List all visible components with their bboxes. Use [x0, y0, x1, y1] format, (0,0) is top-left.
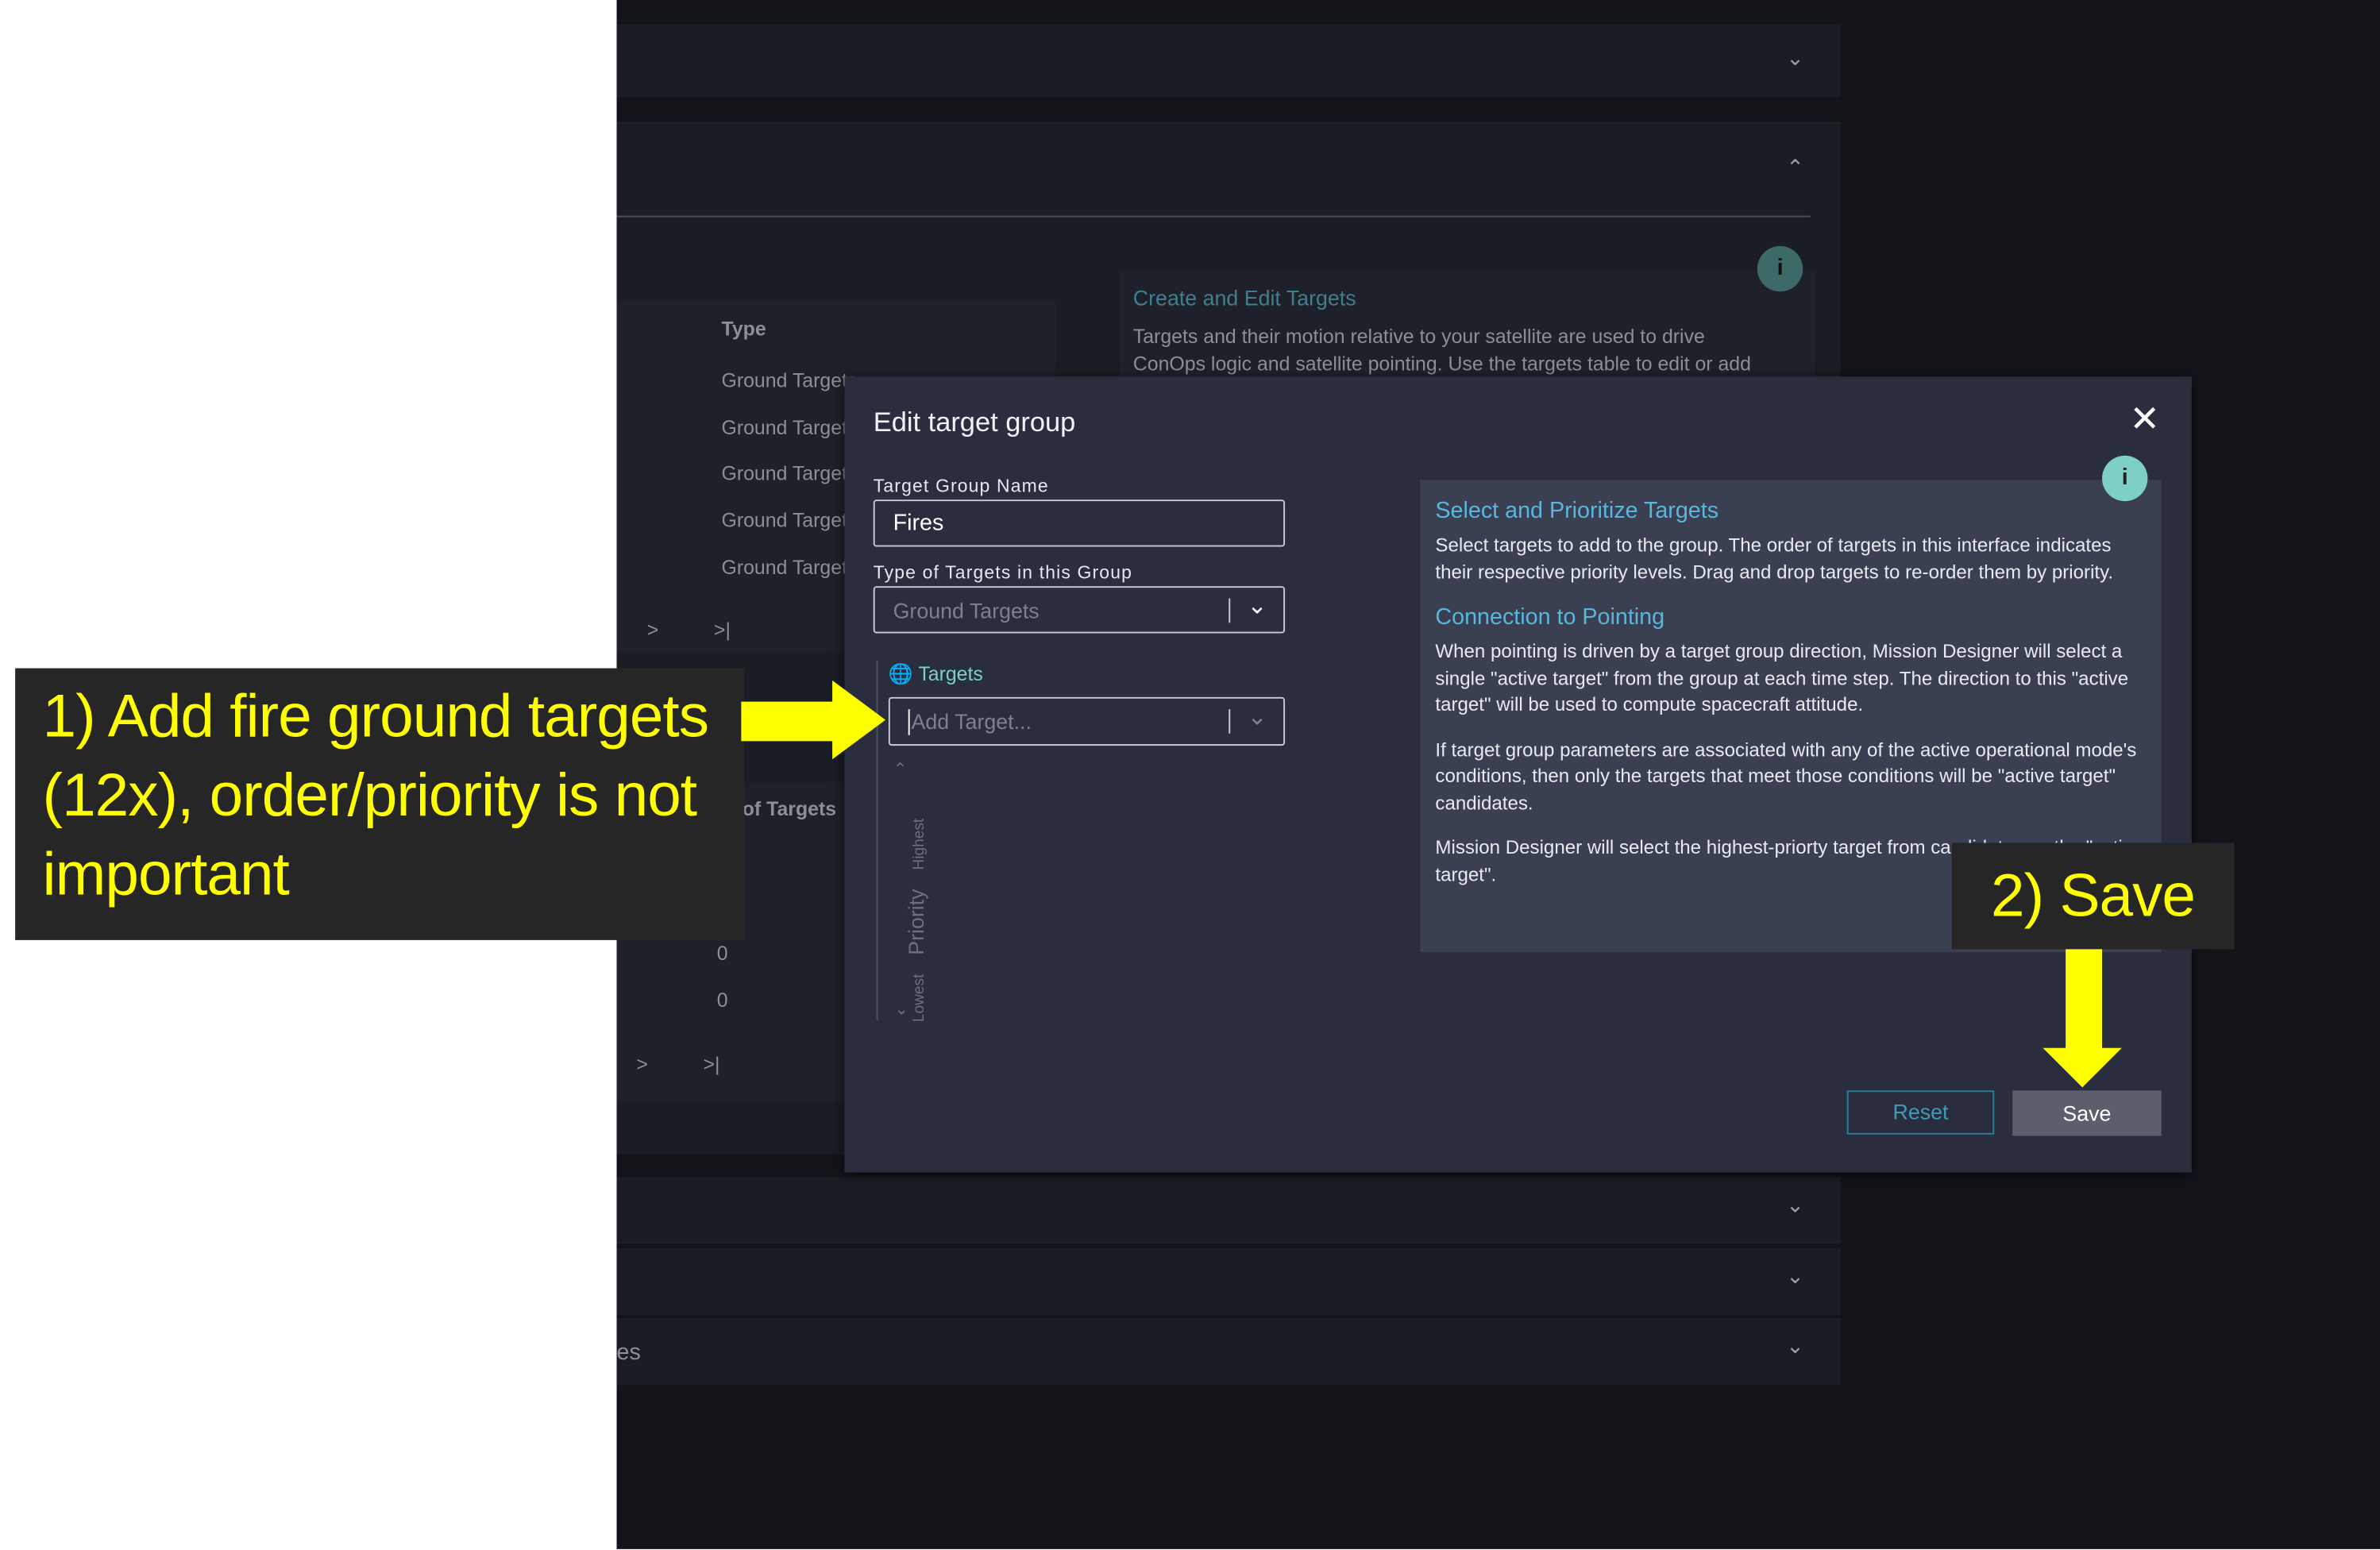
divider	[1229, 598, 1231, 623]
chevron-down-icon[interactable]: ⌄	[1786, 1263, 1803, 1290]
group-name-value: Fires	[893, 510, 944, 537]
arrow-down-icon	[2042, 1047, 2122, 1088]
table-row[interactable]: Ground Targets	[721, 509, 857, 532]
column-type: Type	[721, 317, 766, 341]
dialog-title: Edit target group	[873, 407, 1076, 438]
collapsed-panel[interactable]: ⌄	[616, 1248, 1842, 1316]
table-row[interactable]: Ground Targets	[721, 556, 857, 579]
add-target-input[interactable]: Add Target... ⌄	[888, 696, 1286, 746]
divider	[1229, 709, 1231, 734]
highest-label: Highest	[911, 818, 928, 870]
table-row[interactable]: Ground Targets	[721, 369, 857, 392]
panel-label: es	[616, 1339, 641, 1366]
targets-label: 🌐 Targets	[889, 662, 983, 687]
type-value: Ground Targets	[893, 598, 1040, 623]
arrow-right-icon	[832, 680, 886, 760]
info-text: Targets and their motion relative to you…	[1132, 325, 1705, 348]
collapsed-panel[interactable]: es ⌄	[616, 1318, 1842, 1386]
name-label: Target Group Name	[873, 475, 1049, 497]
info-text: ConOps logic and satellite pointing. Use…	[1132, 352, 1751, 376]
last-page-button[interactable]: >|	[714, 618, 731, 641]
edit-target-group-dialog: Edit target group ✕ Target Group Name Fi…	[844, 376, 2192, 1173]
priority-scale: Lowest Priority Highest	[904, 749, 931, 1022]
priority-label: Priority	[903, 889, 928, 955]
text-cursor	[908, 709, 910, 735]
type-select[interactable]: Ground Targets ⌄	[873, 586, 1286, 634]
annotation-step1: 1) Add fire ground targets (12x), order/…	[15, 668, 745, 940]
info-title: Create and Edit Targets	[1132, 285, 1356, 310]
next-page-button[interactable]: >	[636, 1052, 648, 1075]
help-text: When pointing is driven by a target grou…	[1435, 641, 2129, 715]
annotation-step2: 2) Save	[1951, 842, 2235, 950]
table-row[interactable]: 0	[717, 989, 728, 1012]
next-page-button[interactable]: >	[647, 618, 659, 641]
table-row[interactable]: Ground Targets	[721, 461, 857, 484]
info-icon[interactable]: i	[2102, 455, 2148, 502]
help-text: Select targets to add to the group. The …	[1435, 534, 2114, 583]
chevron-down-icon[interactable]: ⌄	[1786, 1333, 1803, 1359]
chevron-down-icon[interactable]: ⌄	[1247, 702, 1267, 732]
chevron-down-icon[interactable]: ⌄	[1786, 45, 1803, 71]
group-name-input[interactable]: Fires	[873, 499, 1286, 547]
arrow-down-shaft	[2066, 949, 2103, 1050]
help-title: Connection to Pointing	[1435, 604, 1665, 630]
table-row[interactable]: 0	[717, 942, 728, 965]
chevron-down-icon[interactable]: ⌄	[1247, 591, 1267, 621]
type-label: Type of Targets in this Group	[873, 561, 1133, 584]
chevron-down-icon: ⌄	[894, 1001, 909, 1020]
add-target-placeholder: Add Target...	[911, 709, 1032, 734]
arrow-right-shaft	[741, 701, 835, 742]
globe-icon: 🌐	[888, 661, 913, 685]
reset-button[interactable]: Reset	[1846, 1090, 1995, 1135]
info-icon[interactable]: i	[1757, 245, 1803, 292]
chevron-up-icon[interactable]: ⌃	[1786, 155, 1803, 181]
targets-label-text: Targets	[918, 661, 983, 685]
help-title: Select and Prioritize Targets	[1435, 498, 1719, 524]
last-page-button[interactable]: >|	[704, 1052, 720, 1075]
collapsed-panel[interactable]: ⌄	[616, 1177, 1842, 1244]
save-button[interactable]: Save	[2012, 1090, 2162, 1136]
help-text: If target group parameters are associate…	[1435, 738, 2137, 814]
close-icon[interactable]: ✕	[2129, 398, 2159, 441]
divider	[616, 215, 1811, 218]
table-row[interactable]: Ground Targets	[721, 416, 857, 439]
chevron-down-icon[interactable]: ⌄	[1786, 1192, 1803, 1218]
lowest-label: Lowest	[911, 974, 928, 1023]
collapsed-panel[interactable]: ⌄	[616, 24, 1842, 98]
